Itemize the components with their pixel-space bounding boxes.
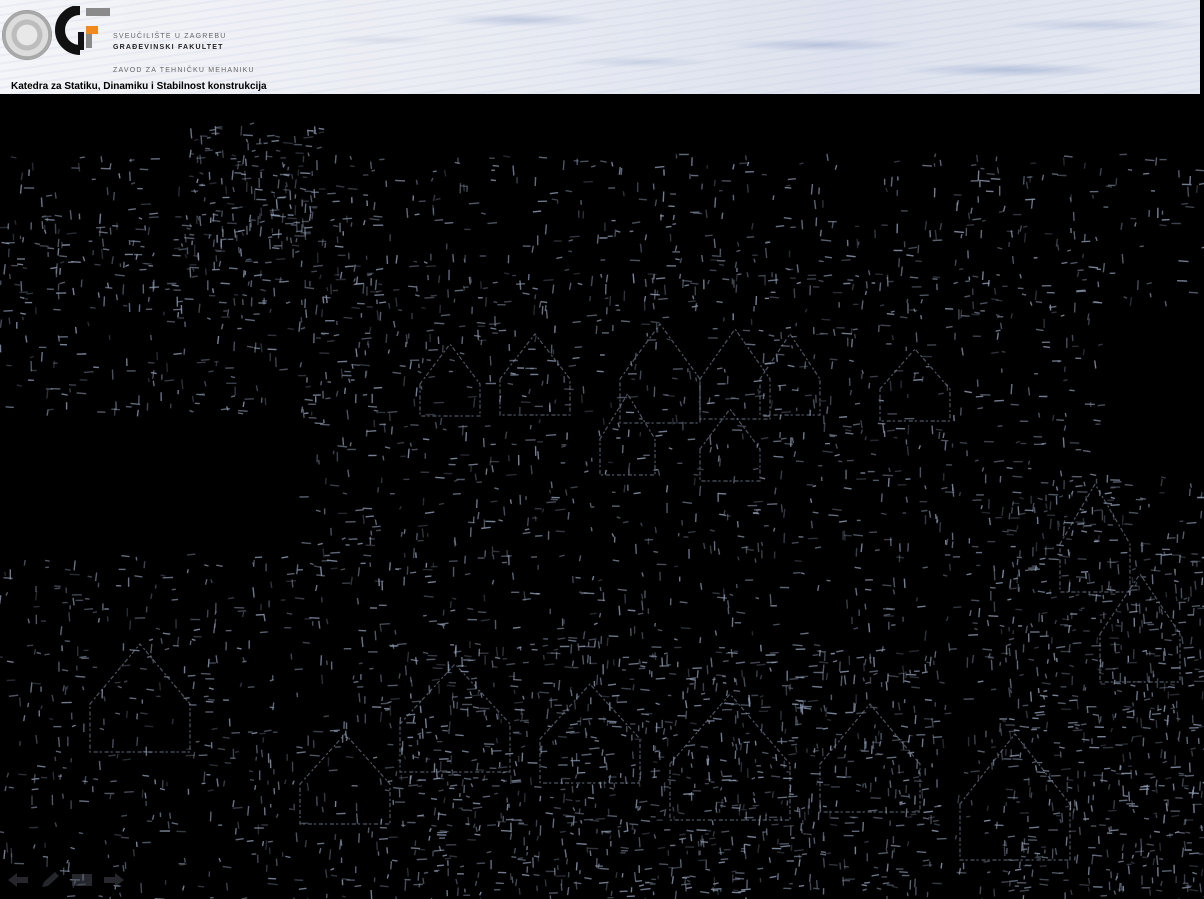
institute-name: ZAVOD ZA TEHNIČKU MEHANIKU (113, 67, 255, 74)
town-edge-drawing (0, 122, 1204, 899)
slide-header: SVEUČILIŠTE U ZAGREBU GRAĐEVINSKI FAKULT… (0, 0, 1200, 94)
pen-icon[interactable] (38, 871, 62, 889)
menu-icon[interactable] (70, 871, 94, 889)
department-title: Katedra za Statiku, Dinamiku i Stabilnos… (11, 81, 267, 92)
university-name: SVEUČILIŠTE U ZAGREBU (113, 33, 227, 40)
slide-image (0, 94, 1204, 899)
arrow-left-icon[interactable] (6, 871, 30, 889)
faculty-name: GRAĐEVINSKI FAKULTET (113, 44, 224, 51)
university-seal-logo (2, 10, 52, 60)
faculty-logo (55, 6, 110, 55)
arrow-right-icon[interactable] (102, 871, 126, 889)
slide-navigation (6, 871, 126, 889)
